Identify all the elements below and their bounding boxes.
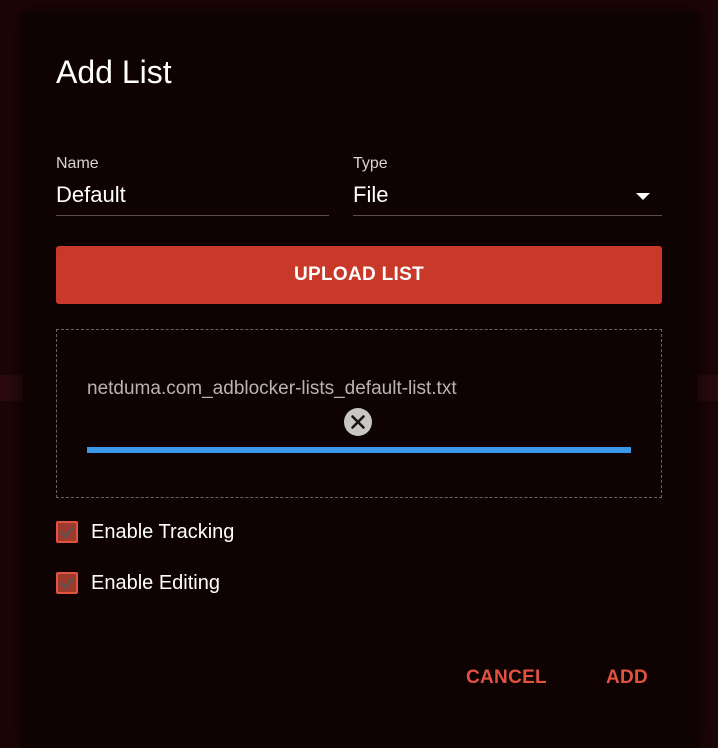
upload-list-button[interactable]: UPLOAD LIST [56,246,662,304]
type-field-underline [353,215,662,216]
checkmark-icon [60,577,74,589]
checkmark-icon [60,526,74,538]
enable-editing-checkbox[interactable] [56,572,78,594]
add-button[interactable]: ADD [606,667,648,689]
enable-editing-option[interactable]: Enable Editing [56,569,220,597]
enable-tracking-option[interactable]: Enable Tracking [56,518,234,546]
upload-progress-bar [87,447,631,453]
enable-tracking-checkbox[interactable] [56,521,78,543]
enable-editing-label: Enable Editing [91,571,220,594]
remove-file-icon[interactable] [343,407,373,437]
type-label: Type [353,155,388,172]
name-field-underline [56,215,329,216]
name-label: Name [56,155,99,172]
cancel-button[interactable]: CANCEL [466,667,547,689]
enable-tracking-label: Enable Tracking [91,520,235,543]
file-dropzone[interactable]: netduma.com_adblocker-lists_default-list… [56,329,662,498]
uploaded-file-name: netduma.com_adblocker-lists_default-list… [87,378,457,399]
add-list-dialog: Add List Name Default Type File UPLOAD L… [22,12,698,748]
upload-progress-fill [87,447,631,453]
dialog-title: Add List [56,54,172,90]
chevron-down-icon[interactable] [636,193,650,200]
type-select[interactable]: File [353,182,388,208]
name-field[interactable]: Default [56,182,126,208]
